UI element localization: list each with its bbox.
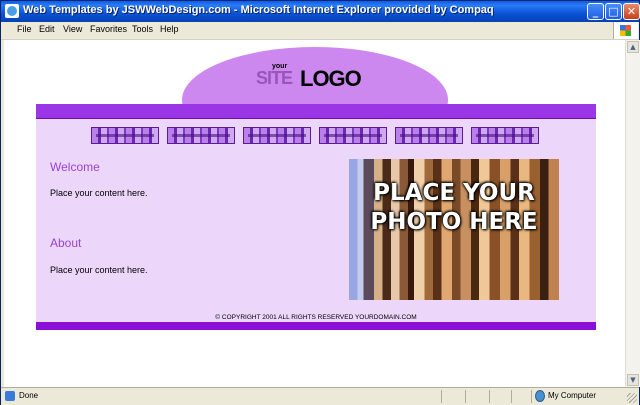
page-done-icon: [5, 391, 15, 401]
section-body-about: Place your content here.: [50, 265, 148, 275]
header-band: [36, 104, 596, 119]
section-heading-welcome: Welcome: [50, 160, 100, 174]
resize-grip-icon[interactable]: [627, 393, 637, 403]
status-divider: [441, 390, 442, 403]
close-button[interactable]: ✕: [623, 3, 640, 20]
menu-edit[interactable]: Edit: [39, 24, 55, 34]
photo-placeholder: PLACE YOUR PHOTO HERE: [349, 159, 559, 300]
scroll-down-arrow-icon[interactable]: ▼: [627, 374, 639, 386]
security-zone-label: My Computer: [548, 391, 597, 400]
footer-band: [36, 322, 596, 330]
menu-file[interactable]: File: [17, 24, 32, 34]
nav-button[interactable]: [319, 127, 387, 144]
my-computer-icon: [535, 390, 545, 402]
content-panel: Welcome Place your content here. About P…: [36, 119, 596, 322]
copyright-notice: © COPYRIGHT 2001 ALL RIGHTS RESERVED YOU…: [215, 314, 417, 321]
section-heading-about: About: [50, 236, 82, 250]
status-divider: [465, 390, 466, 403]
section-body-welcome: Place your content here.: [50, 188, 148, 198]
menu-help[interactable]: Help: [160, 24, 179, 34]
page-viewport: your SITE LOGO Welcome Place your conten…: [4, 40, 625, 387]
title-bar[interactable]: Web Templates by JSWWebDesign.com - Micr…: [1, 1, 640, 22]
status-divider: [489, 390, 490, 403]
logo-main-text: LOGO: [300, 66, 362, 91]
browser-window: Web Templates by JSWWebDesign.com - Micr…: [0, 0, 640, 405]
vertical-scrollbar[interactable]: ▲ ▼: [625, 40, 640, 387]
windows-logo-icon: [613, 22, 638, 39]
menu-bar: File Edit View Favorites Tools Help: [1, 22, 639, 40]
status-divider: [531, 390, 532, 403]
window-title: Web Templates by JSWWebDesign.com - Micr…: [23, 4, 494, 16]
menu-favorites[interactable]: Favorites: [90, 24, 127, 34]
photo-placeholder-text: PLACE YOUR PHOTO HERE: [370, 180, 538, 235]
menu-tools[interactable]: Tools: [132, 24, 153, 34]
minimize-button[interactable]: _: [587, 3, 604, 20]
status-divider: [511, 390, 512, 403]
scroll-up-arrow-icon[interactable]: ▲: [627, 41, 639, 53]
nav-button[interactable]: [243, 127, 311, 144]
menu-view[interactable]: View: [63, 24, 82, 34]
status-bar: Done My Computer: [1, 387, 639, 405]
nav-button[interactable]: [471, 127, 539, 144]
nav-button[interactable]: [167, 127, 235, 144]
logo-site-text: SITE: [256, 68, 293, 88]
status-text: Done: [19, 391, 39, 400]
maximize-button[interactable]: □: [605, 3, 622, 20]
nav-button[interactable]: [91, 127, 159, 144]
ie-icon: [5, 4, 19, 18]
nav-button[interactable]: [395, 127, 463, 144]
